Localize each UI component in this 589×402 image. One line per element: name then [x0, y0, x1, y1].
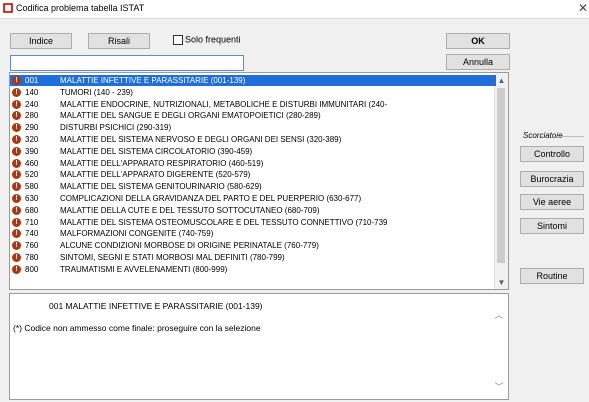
- list-item-description: MALFORMAZIONI CONGENITE (740-759): [60, 229, 214, 239]
- list-item-code: 320: [25, 135, 39, 144]
- list-item-code: 460: [25, 158, 39, 168]
- list-item-code: 240: [25, 99, 39, 109]
- checkbox-box[interactable]: [173, 34, 183, 45]
- list-item[interactable]: ! 001 MALATTIE INFETTIVE E PARASSITARIE (0…: [10, 75, 496, 86]
- app-icon: [3, 3, 13, 13]
- solo-frequenti-label: Solo frequenti: [185, 34, 241, 45]
- list-item-description: MALATTIE INFETTIVE E PARASSITARIE (001-1…: [60, 76, 246, 85]
- exclamation-icon: !: [12, 87, 21, 97]
- window-title: Codifica problema tabella ISTAT: [16, 3, 145, 13]
- list-item-code: 001: [25, 76, 39, 85]
- list-item-code: 580: [25, 182, 39, 192]
- list-item-code: 140: [25, 87, 39, 97]
- detail-scroll-up-icon[interactable]: ︿: [493, 308, 505, 321]
- list-item[interactable]: ! 630 COMPLICAZIONI DELLA GRAVIDANZA DEL P…: [10, 193, 496, 204]
- detail-note: (*) Codice non ammesso come finale: pros…: [13, 323, 261, 333]
- list-item[interactable]: ! 710 MALATTIE DEL SISTEMA OSTEOMUSCOLARE …: [10, 217, 496, 228]
- solo-frequenti-checkbox[interactable]: Solo frequenti: [173, 34, 241, 48]
- exclamation-icon: !: [12, 229, 21, 239]
- scroll-up-icon[interactable]: ▲: [495, 75, 508, 87]
- list-item[interactable]: ! 780 SINTOMI, SEGNI E STATI MORBOSI MAL D…: [10, 252, 496, 263]
- exclamation-icon: !: [12, 135, 21, 144]
- ok-button[interactable]: OK: [446, 33, 510, 49]
- close-icon[interactable]: ✕: [578, 1, 588, 15]
- exclamation-icon: !: [12, 123, 21, 133]
- exclamation-icon: !: [12, 194, 21, 203]
- detail-selected-code: 001 MALATTIE INFETTIVE E PARASSITARIE (0…: [49, 301, 263, 311]
- exclamation-icon: !: [12, 253, 21, 262]
- annulla-button[interactable]: Annulla: [446, 54, 510, 70]
- risali-button[interactable]: Risali: [88, 33, 150, 49]
- list-item-description: MALATTIE DEL SISTEMA NERVOSO E DEGLI ORG…: [60, 135, 342, 144]
- search-input[interactable]: [10, 55, 244, 71]
- list-item[interactable]: ! 760 ALCUNE CONDIZIONI MORBOSE DI ORIGINE…: [10, 240, 496, 251]
- routine-button[interactable]: Routine: [520, 268, 584, 284]
- list-item-description: TRAUMATISMI E AVVELENAMENTI (800-999): [60, 264, 228, 274]
- list-item[interactable]: ! 520 MALATTIE DELL'APPARATO DIGERENTE (52…: [10, 169, 496, 180]
- scroll-thumb[interactable]: [497, 88, 505, 263]
- shortcut-burocrazia-button[interactable]: Burocrazia: [520, 171, 584, 187]
- list-item-code: 710: [25, 217, 39, 227]
- list-item-description: COMPLICAZIONI DELLA GRAVIDANZA DEL PARTO…: [60, 194, 362, 203]
- list-item-description: MALATTIE DELLA CUTE E DEL TESSUTO SOTTOC…: [60, 205, 320, 215]
- list-item-description: DISTURBI PSICHICI (290-319): [60, 123, 172, 133]
- exclamation-icon: !: [12, 146, 21, 156]
- list-item-description: MALATTIE DEL SISTEMA CIRCOLATORIO (390-4…: [60, 146, 253, 156]
- shortcut-controllo-button[interactable]: Controllo: [520, 146, 584, 162]
- shortcut-vie-aeree-button[interactable]: Vie aeree: [520, 194, 584, 210]
- list-item-description: MALATTIE DELL'APPARATO RESPIRATORIO (460…: [60, 158, 264, 168]
- list-item-description: MALATTIE DEL SISTEMA GENITOURINARIO (580…: [60, 182, 262, 192]
- list-item-code: 760: [25, 241, 39, 251]
- list-scrollbar[interactable]: ▲ ▼: [494, 73, 508, 289]
- list-item-code: 800: [25, 264, 39, 274]
- code-list[interactable]: ▲ ▼ ! 001 MALATTIE INFETTIVE E PARASSITARI…: [9, 72, 509, 290]
- list-item-code: 280: [25, 111, 39, 121]
- list-item-description: MALATTIE ENDOCRINE, NUTRIZIONALI, METABO…: [60, 99, 388, 109]
- list-item[interactable]: ! 280 MALATTIE DEL SANGUE E DEGLI ORGANI E…: [10, 110, 496, 121]
- list-item-description: SINTOMI, SEGNI E STATI MORBOSI MAL DEFIN…: [60, 253, 285, 262]
- exclamation-icon: !: [12, 217, 21, 227]
- list-item[interactable]: ! 140 TUMORI (140 - 239): [10, 87, 496, 98]
- list-item[interactable]: ! 290 DISTURBI PSICHICI (290-319): [10, 122, 496, 133]
- list-item[interactable]: ! 320 MALATTIE DEL SISTEMA NERVOSO E DEGLI…: [10, 134, 496, 145]
- list-item[interactable]: ! 580 MALATTIE DEL SISTEMA GENITOURINARIO …: [10, 181, 496, 192]
- detail-panel: 001 MALATTIE INFETTIVE E PARASSITARIE (0…: [9, 293, 509, 400]
- list-item[interactable]: ! 390 MALATTIE DEL SISTEMA CIRCOLATORIO (3…: [10, 146, 496, 157]
- detail-scroll-down-icon[interactable]: ﹀: [493, 380, 505, 393]
- list-item-description: MALATTIE DEL SISTEMA OSTEOMUSCOLARE E DE…: [60, 217, 388, 227]
- list-item-description: TUMORI (140 - 239): [60, 87, 133, 97]
- list-item-code: 740: [25, 229, 39, 239]
- exclamation-icon: !: [12, 264, 21, 274]
- list-item[interactable]: ! 800 TRAUMATISMI E AVVELENAMENTI (800-999…: [10, 264, 496, 275]
- list-item-description: MALATTIE DELL'APPARATO DIGERENTE (520-57…: [60, 170, 251, 180]
- list-item[interactable]: ! 240 MALATTIE ENDOCRINE, NUTRIZIONALI, ME…: [10, 99, 496, 110]
- exclamation-icon: !: [12, 205, 21, 215]
- exclamation-icon: !: [12, 241, 21, 251]
- group-divider: [557, 136, 584, 137]
- exclamation-icon: !: [12, 111, 21, 121]
- list-item-code: 390: [25, 146, 39, 156]
- list-item-code: 680: [25, 205, 39, 215]
- exclamation-icon: !: [12, 99, 21, 109]
- title-bar: Codifica problema tabella ISTAT ✕: [0, 0, 589, 19]
- exclamation-icon: !: [12, 182, 21, 192]
- scroll-down-icon[interactable]: ▼: [495, 277, 508, 289]
- list-item-description: MALATTIE DEL SANGUE E DEGLI ORGANI EMATO…: [60, 111, 321, 121]
- exclamation-icon: !: [12, 170, 21, 180]
- list-item[interactable]: ! 460 MALATTIE DELL'APPARATO RESPIRATORIO …: [10, 158, 496, 169]
- list-item-description: ALCUNE CONDIZIONI MORBOSE DI ORIGINE PER…: [60, 241, 319, 251]
- exclamation-icon: !: [12, 76, 21, 85]
- indice-button[interactable]: Indice: [10, 33, 72, 49]
- shortcut-sintomi-button[interactable]: Sintomi: [520, 218, 584, 234]
- list-item-code: 520: [25, 170, 39, 180]
- list-item-code: 780: [25, 253, 39, 262]
- list-item-code: 290: [25, 123, 39, 133]
- exclamation-icon: !: [12, 158, 21, 168]
- list-item[interactable]: ! 680 MALATTIE DELLA CUTE E DEL TESSUTO SO…: [10, 205, 496, 216]
- list-item[interactable]: ! 740 MALFORMAZIONI CONGENITE (740-759): [10, 228, 496, 239]
- list-item-code: 630: [25, 194, 39, 203]
